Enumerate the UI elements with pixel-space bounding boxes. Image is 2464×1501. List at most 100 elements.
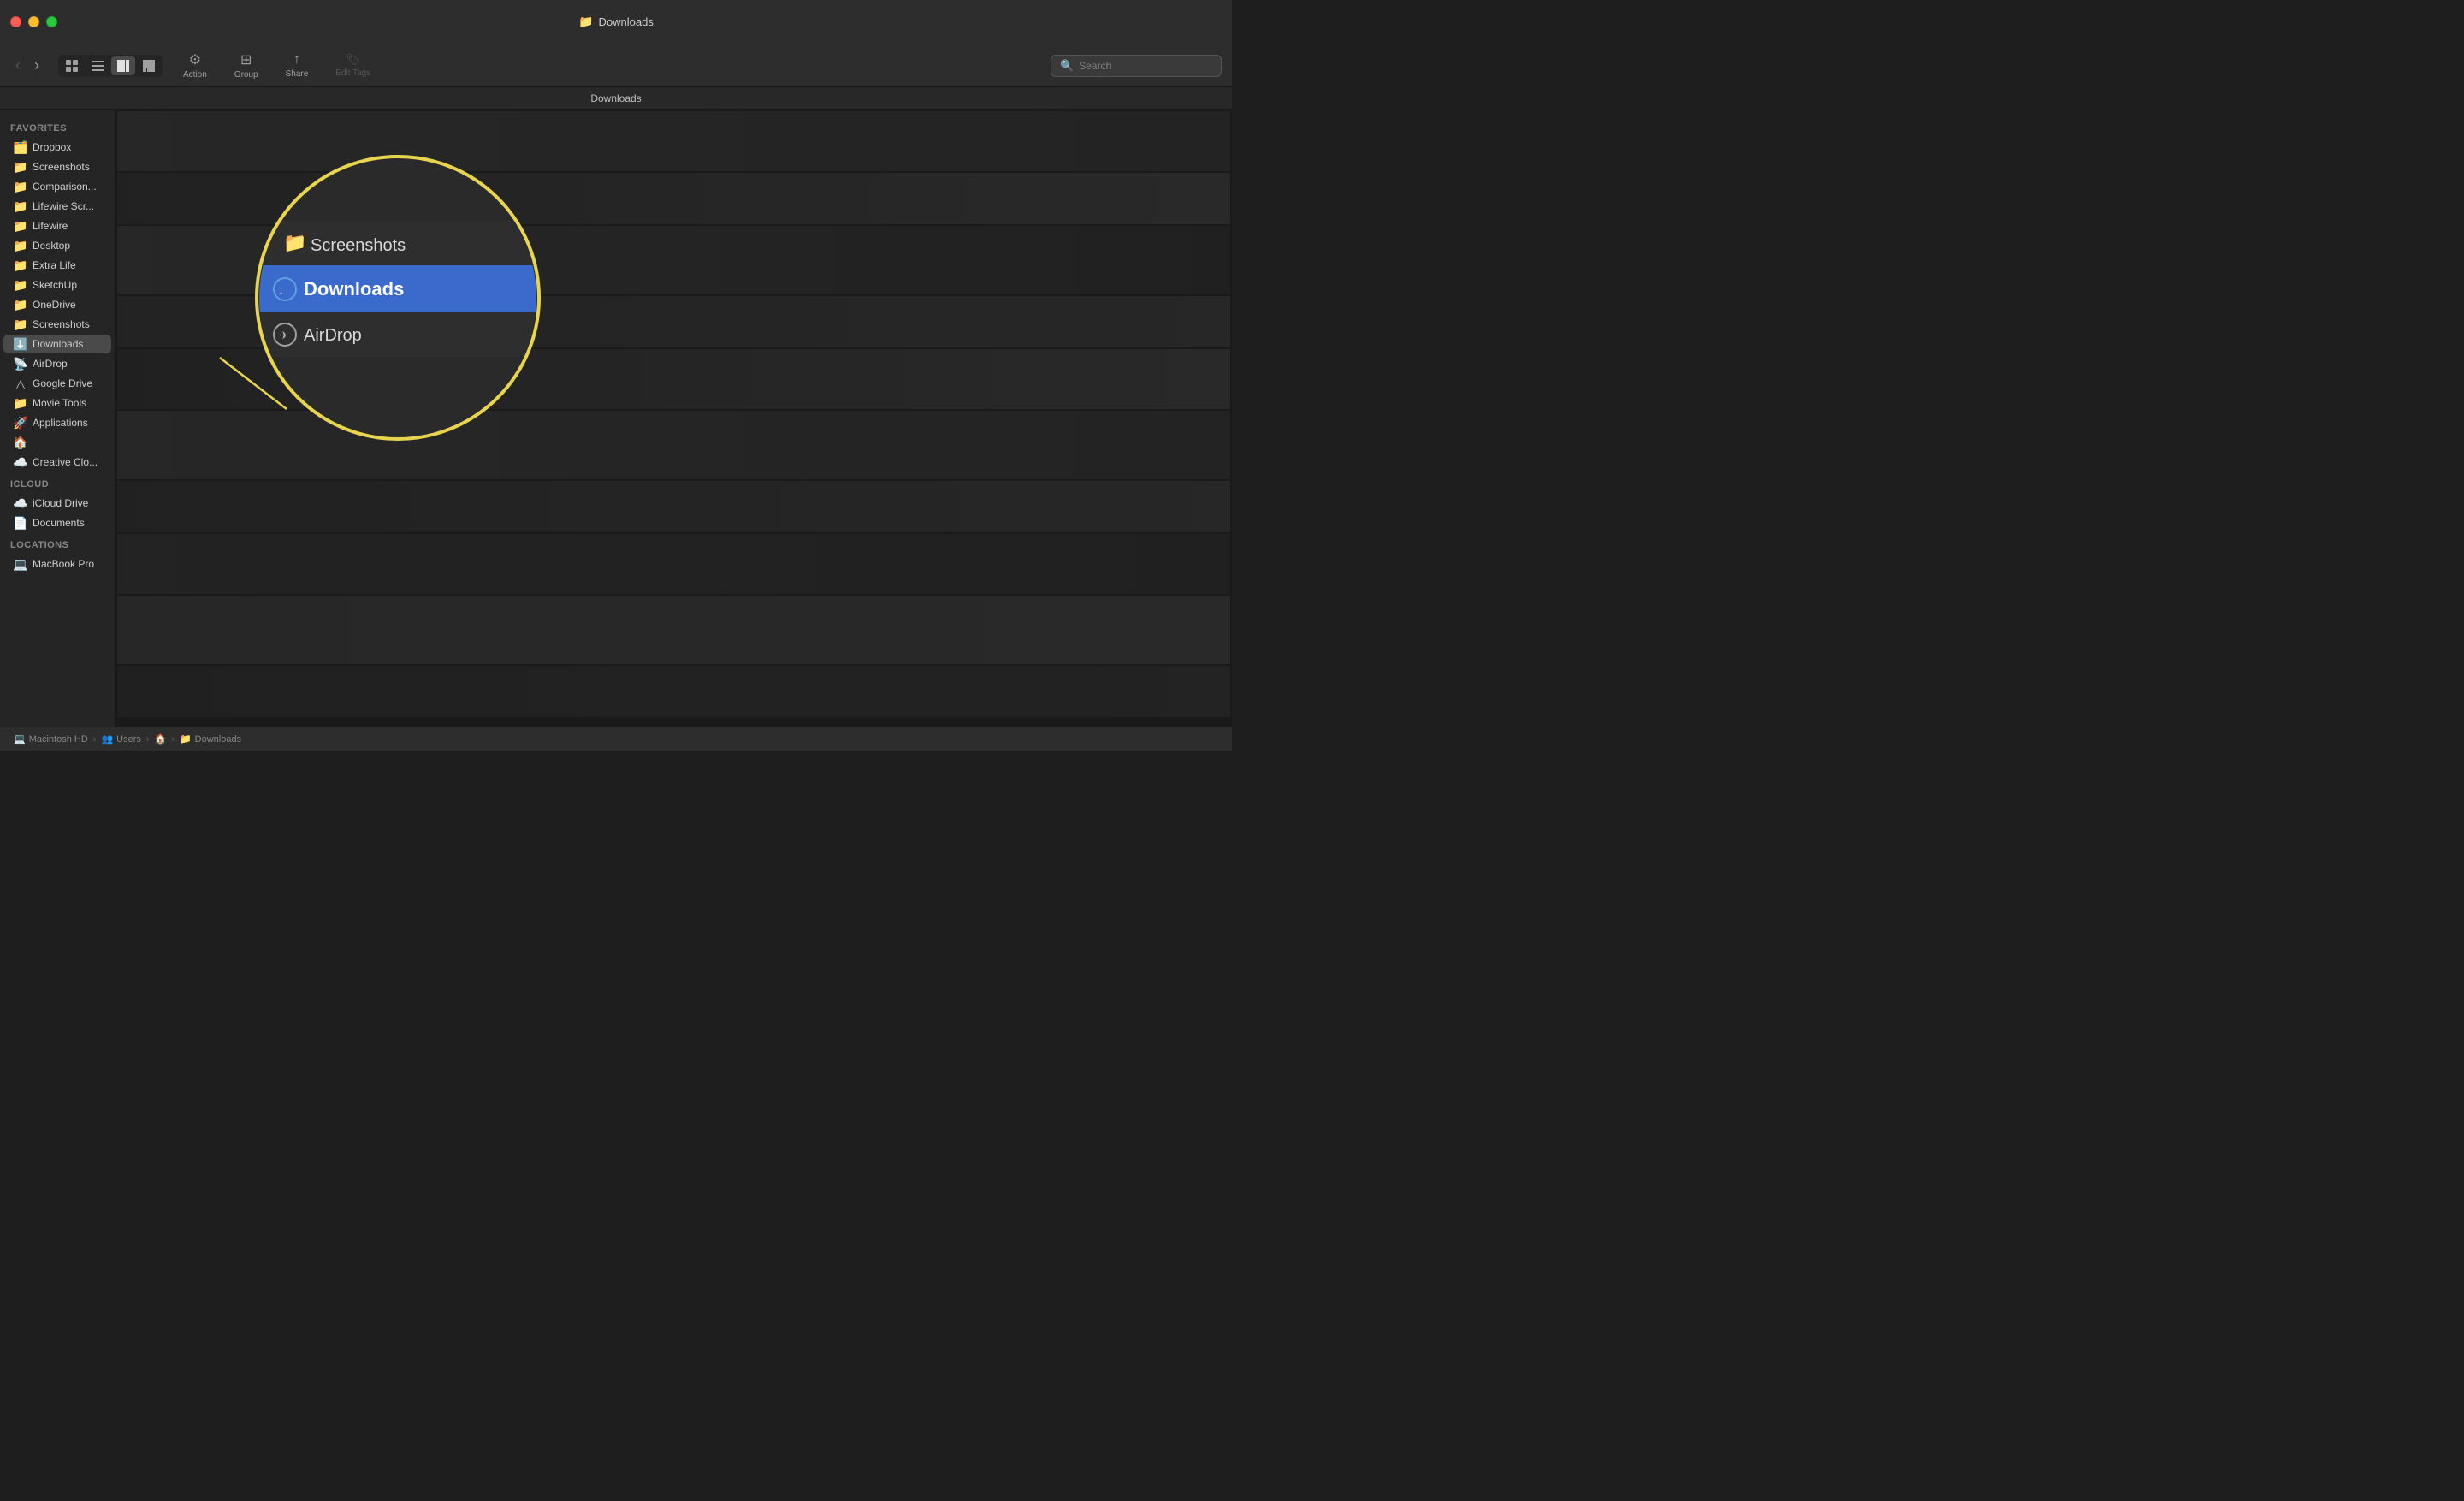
locations-header: Locations <box>0 533 115 554</box>
view-column-btn[interactable] <box>111 56 135 75</box>
sidebar-item-desktop[interactable]: 📁 Desktop <box>3 236 111 255</box>
sidebar-item-onedrive-label: OneDrive <box>33 299 76 311</box>
sidebar-item-applications[interactable]: 🚀 Applications <box>3 413 111 432</box>
sidebar-item-downloads[interactable]: ⬇️ Downloads <box>3 335 111 353</box>
search-input[interactable] <box>1079 60 1212 72</box>
folder-icon-lws: 📁 <box>14 199 27 213</box>
sidebar-item-lifewire-scr-label: Lifewire Scr... <box>33 200 94 212</box>
sidebar-item-google-drive[interactable]: △ Google Drive <box>3 374 111 393</box>
folder-icon-ss2: 📁 <box>14 317 27 331</box>
dropbox-icon: 🗂️ <box>14 140 27 154</box>
sidebar-item-comparison[interactable]: 📁 Comparison... <box>3 177 111 196</box>
nav-buttons: ‹ › <box>10 53 44 78</box>
sidebar-item-macbook-pro-label: MacBook Pro <box>33 558 94 570</box>
group-button[interactable]: ⊞ Group <box>228 50 265 81</box>
search-box[interactable]: 🔍 <box>1051 55 1222 77</box>
group-icon: ⊞ <box>240 51 252 68</box>
macbook-pro-icon: 💻 <box>14 557 27 571</box>
sidebar-item-google-drive-label: Google Drive <box>33 377 92 389</box>
view-list-btn[interactable] <box>86 56 110 75</box>
sidebar-item-creative-cloud[interactable]: ☁️ Creative Clo... <box>3 453 111 472</box>
edit-tags-button[interactable]: 🏷 Edit Tags <box>329 51 377 80</box>
sidebar-item-screenshots2[interactable]: 📁 Screenshots <box>3 315 111 334</box>
statusbar-chevron1: › <box>93 734 97 745</box>
edit-tags-label: Edit Tags <box>335 68 370 78</box>
search-icon: 🔍 <box>1060 59 1074 73</box>
statusbar-chevron2: › <box>146 734 150 745</box>
sidebar-item-movie-tools-label: Movie Tools <box>33 397 86 409</box>
main-layout: Favorites 🗂️ Dropbox 📁 Screenshots 📁 Com… <box>0 110 1232 727</box>
sidebar-item-lifewire-label: Lifewire <box>33 220 68 232</box>
window-title: 📁 Downloads <box>578 15 654 29</box>
sidebar-item-applications-label: Applications <box>33 417 88 429</box>
sidebar-item-creative-cloud-label: Creative Clo... <box>33 456 98 468</box>
creative-cloud-icon: ☁️ <box>14 455 27 469</box>
statusbar: 💻 Macintosh HD › 👥 Users › 🏠 › 📁 Downloa… <box>0 727 1232 750</box>
window-title-text: Downloads <box>599 15 654 28</box>
statusbar-macintosh-icon: 💻 <box>14 733 26 745</box>
folder-icon-lw: 📁 <box>14 219 27 233</box>
sidebar-item-home[interactable]: 🏠 <box>3 433 111 452</box>
sidebar-item-desktop-label: Desktop <box>33 240 70 252</box>
sidebar-item-airdrop[interactable]: 📡 AirDrop <box>3 354 111 373</box>
sidebar-item-screenshots1-label: Screenshots <box>33 161 90 173</box>
sidebar-item-screenshots2-label: Screenshots <box>33 318 90 330</box>
applications-icon: 🚀 <box>14 416 27 430</box>
sidebar-item-dropbox-label: Dropbox <box>33 141 71 153</box>
sidebar-item-icloud-drive-label: iCloud Drive <box>33 497 88 509</box>
sidebar: Favorites 🗂️ Dropbox 📁 Screenshots 📁 Com… <box>0 110 116 727</box>
edit-tags-icon: 🏷 <box>346 53 361 67</box>
statusbar-home-icon: 🏠 <box>155 733 167 745</box>
documents-icon: 📄 <box>14 516 27 530</box>
folder-icon-su: 📁 <box>14 278 27 292</box>
icloud-header: iCloud <box>0 472 115 493</box>
traffic-lights <box>0 16 57 27</box>
back-button[interactable]: ‹ <box>10 53 26 78</box>
folder-icon: 📁 <box>578 15 593 29</box>
share-icon: ↑ <box>293 52 300 68</box>
sidebar-item-extra-life[interactable]: 📁 Extra Life <box>3 256 111 275</box>
favorites-header: Favorites <box>0 116 115 137</box>
sidebar-item-sketchup[interactable]: 📁 SketchUp <box>3 276 111 294</box>
sidebar-item-documents[interactable]: 📄 Documents <box>3 513 111 532</box>
folder-icon-el: 📁 <box>14 258 27 272</box>
sidebar-item-dropbox[interactable]: 🗂️ Dropbox <box>3 138 111 157</box>
statusbar-users-label: Users <box>116 734 141 745</box>
action-button[interactable]: ⚙ Action <box>176 50 214 81</box>
sidebar-item-onedrive[interactable]: 📁 OneDrive <box>3 295 111 314</box>
group-label: Group <box>234 70 258 80</box>
action-icon: ⚙ <box>189 51 201 68</box>
sidebar-item-airdrop-label: AirDrop <box>33 358 68 370</box>
sidebar-item-icloud-drive[interactable]: ☁️ iCloud Drive <box>3 494 111 513</box>
close-button[interactable] <box>10 16 21 27</box>
sidebar-item-comparison-label: Comparison... <box>33 181 97 193</box>
sidebar-item-movie-tools[interactable]: 📁 Movie Tools <box>3 394 111 412</box>
action-label: Action <box>183 70 207 80</box>
sidebar-item-extra-life-label: Extra Life <box>33 259 76 271</box>
pathbar: Downloads <box>0 87 1232 110</box>
sidebar-item-documents-label: Documents <box>33 517 85 529</box>
sidebar-item-screenshots1[interactable]: 📁 Screenshots <box>3 157 111 176</box>
content-area: 📁 Screenshots ↓ Downloads ✈ AirDrop <box>116 110 1232 727</box>
toolbar: ‹ › ⚙ Action <box>0 44 1232 87</box>
maximize-button[interactable] <box>46 16 57 27</box>
statusbar-users-icon: 👥 <box>101 733 113 745</box>
sidebar-item-sketchup-label: SketchUp <box>33 279 77 291</box>
sidebar-item-downloads-label: Downloads <box>33 338 83 350</box>
statusbar-macintosh-label: Macintosh HD <box>29 734 88 745</box>
sidebar-item-lifewire-scr[interactable]: 📁 Lifewire Scr... <box>3 197 111 216</box>
sidebar-item-macbook-pro[interactable]: 💻 MacBook Pro <box>3 555 111 573</box>
folder-icon-mt: 📁 <box>14 396 27 410</box>
sidebar-item-lifewire[interactable]: 📁 Lifewire <box>3 217 111 235</box>
downloads-icon: ⬇️ <box>14 337 27 351</box>
forward-button[interactable]: › <box>29 53 44 78</box>
view-icon-btn[interactable] <box>60 56 84 75</box>
minimize-button[interactable] <box>28 16 39 27</box>
titlebar: 📁 Downloads <box>0 0 1232 44</box>
share-button[interactable]: ↑ Share <box>279 50 316 80</box>
share-label: Share <box>286 69 309 79</box>
icloud-drive-icon: ☁️ <box>14 496 27 510</box>
view-gallery-btn[interactable] <box>137 56 161 75</box>
folder-icon-ss1: 📁 <box>14 160 27 174</box>
statusbar-downloads-icon: 📁 <box>180 733 192 745</box>
